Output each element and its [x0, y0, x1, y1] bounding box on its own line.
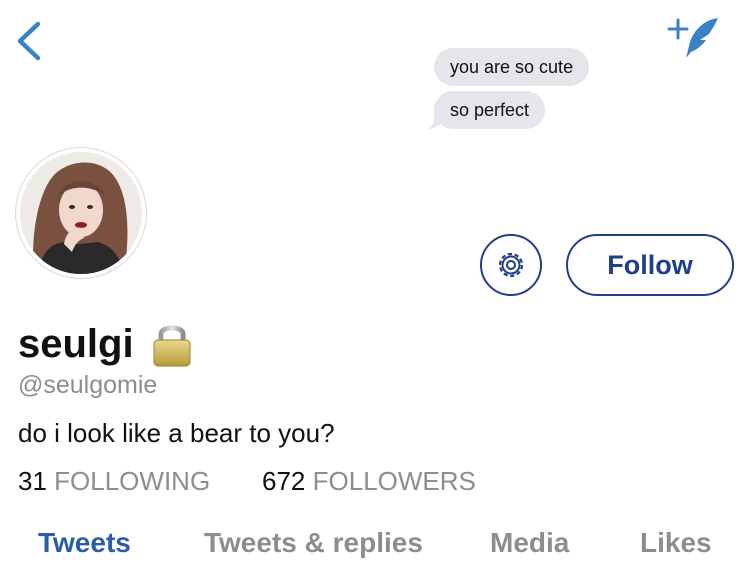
compose-tweet-icon	[667, 18, 718, 58]
settings-button[interactable]	[480, 234, 542, 296]
follow-button[interactable]: Follow	[566, 234, 734, 296]
following-count-link[interactable]: 31 FOLLOWING	[18, 466, 210, 497]
display-name: seulgi	[18, 322, 134, 366]
following-label: FOLLOWING	[54, 466, 211, 496]
message-bubble: so perfect	[421, 91, 546, 129]
tab-likes[interactable]: Likes	[640, 527, 712, 559]
message-bubble: you are so cute	[434, 48, 590, 86]
followers-count-link[interactable]: 672 FOLLOWERS	[262, 466, 476, 497]
followers-count: 672	[262, 466, 306, 496]
lock-icon	[150, 320, 194, 368]
profile-bio: do i look like a bear to you?	[18, 418, 335, 448]
back-button[interactable]	[10, 18, 50, 64]
tab-media[interactable]: Media	[490, 527, 569, 559]
gear-icon	[498, 252, 524, 278]
profile-photo	[20, 152, 142, 274]
chevron-left-icon	[17, 21, 41, 61]
following-count: 31	[18, 466, 47, 496]
username-handle: @seulgomie	[18, 371, 158, 399]
compose-tweet-button[interactable]	[664, 14, 722, 62]
tab-tweets-and-replies[interactable]: Tweets & replies	[204, 527, 423, 559]
tab-tweets[interactable]: Tweets	[38, 527, 131, 559]
avatar[interactable]	[20, 152, 142, 274]
followers-label: FOLLOWERS	[312, 466, 476, 496]
